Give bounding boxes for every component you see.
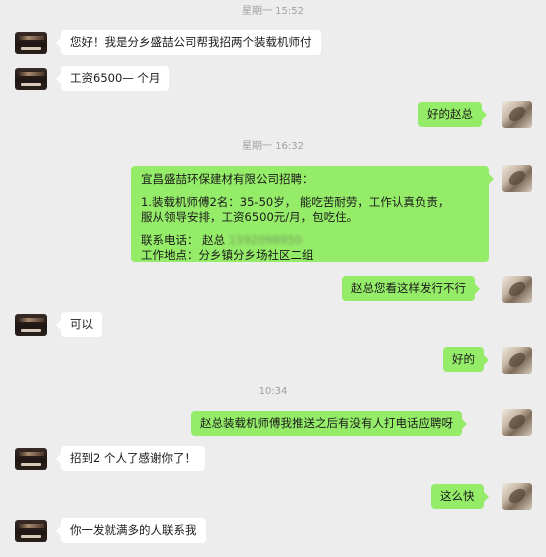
message-bubble-incoming[interactable]: 可以	[56, 312, 102, 337]
message-bubble-outgoing[interactable]: 赵总您看这样发行不行	[342, 276, 480, 301]
my-avatar[interactable]	[502, 483, 532, 510]
contact-avatar[interactable]	[15, 68, 47, 90]
chat-window: 星期一 15:52 您好！我是分乡盛喆公司帮我招两个装载机师付 工资6500— …	[0, 0, 546, 557]
posting-line: 服从领导安排，工资6500元/月，包吃住。	[141, 210, 359, 224]
message-bubble-outgoing[interactable]: 宜昌盛喆环保建材有限公司招聘： 1.装载机师傅2名：35-50岁， 能吃苦耐劳，…	[131, 166, 494, 262]
contact-avatar[interactable]	[15, 520, 47, 542]
timestamp: 10:34	[258, 386, 288, 397]
posting-location-line: 工作地点：分乡镇分乡场社区二组	[141, 248, 314, 262]
message-bubble-incoming[interactable]: 你一发就满多的人联系我	[56, 518, 206, 543]
contact-avatar[interactable]	[15, 314, 47, 336]
redacted-phone-number: 1592098950	[228, 233, 302, 247]
contact-label: 联系电话： 赵总	[141, 233, 226, 247]
my-avatar[interactable]	[502, 165, 532, 192]
posting-contact-line: 联系电话： 赵总 1592098950	[141, 233, 479, 248]
posting-title: 宜昌盛喆环保建材有限公司招聘：	[141, 172, 314, 186]
contact-avatar[interactable]	[15, 32, 47, 54]
my-avatar[interactable]	[502, 409, 532, 436]
message-bubble-incoming[interactable]: 工资6500— 个月	[55, 66, 170, 91]
message-bubble-outgoing[interactable]: 赵总装载机师傅我推送之后有没有人打电话应聘呀	[191, 411, 467, 436]
my-avatar[interactable]	[502, 347, 532, 374]
message-bubble-incoming[interactable]: 招到2 个人了感谢你了！	[56, 446, 205, 471]
my-avatar[interactable]	[502, 276, 532, 303]
my-avatar[interactable]	[502, 101, 532, 128]
timestamp: 星期一 15:52	[242, 6, 304, 17]
message-bubble-outgoing[interactable]: 这么快	[431, 484, 488, 509]
contact-avatar[interactable]	[15, 448, 47, 470]
message-bubble-incoming[interactable]: 您好！我是分乡盛喆公司帮我招两个装载机师付	[56, 30, 321, 55]
timestamp: 星期一 16:32	[242, 141, 304, 152]
message-bubble-outgoing[interactable]: 好的	[443, 347, 489, 372]
message-bubble-outgoing[interactable]: 好的赵总	[418, 102, 487, 127]
posting-line: 1.装载机师傅2名：35-50岁， 能吃苦耐劳，工作认真负责，	[141, 195, 450, 209]
